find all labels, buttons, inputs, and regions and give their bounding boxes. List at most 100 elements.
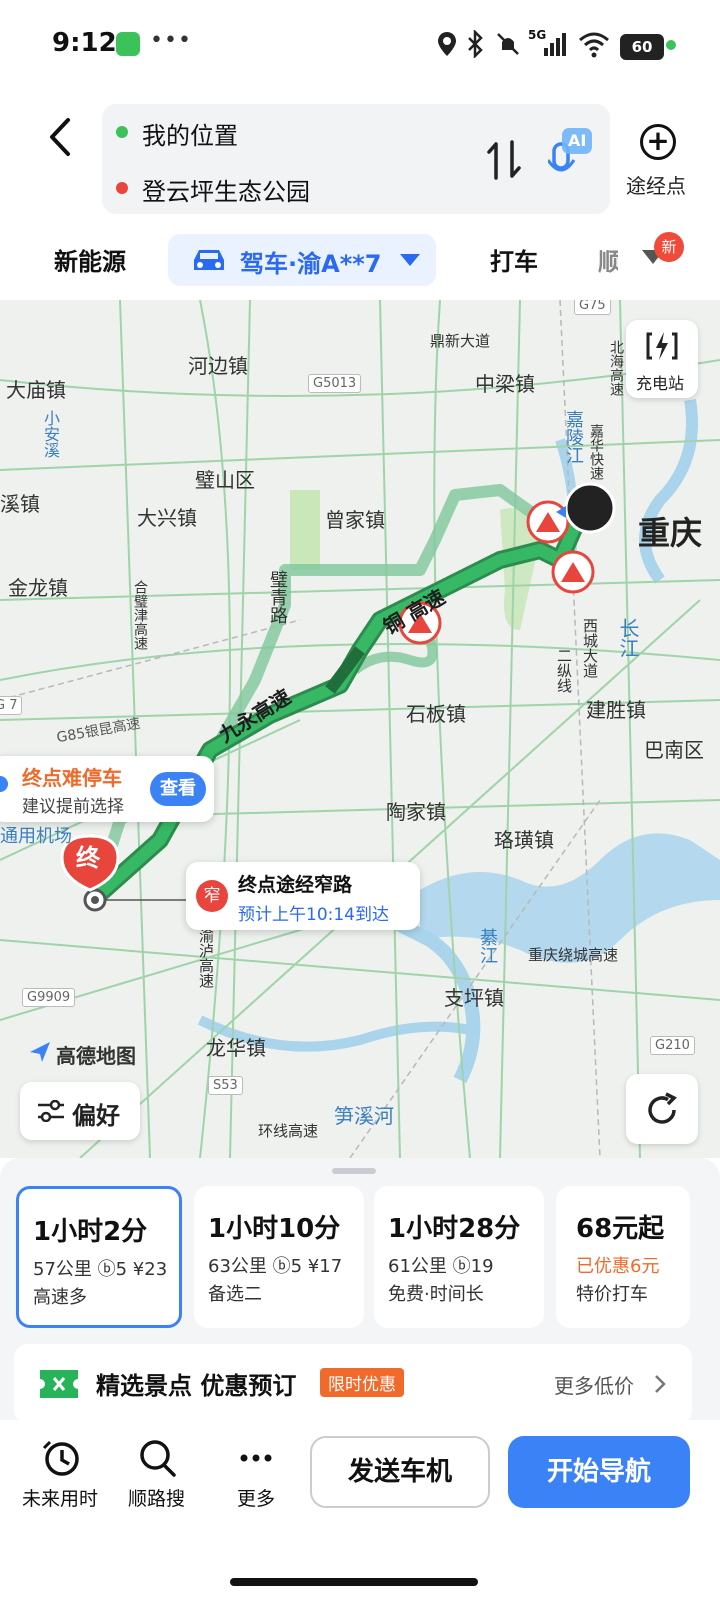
settings-sliders-icon	[38, 1100, 64, 1122]
sheet-handle[interactable]	[332, 1168, 376, 1174]
tab-drive-label: 驾车·渝A**7	[240, 250, 382, 278]
send-to-car-button[interactable]: 发送车机	[310, 1436, 490, 1508]
river-label: 笋溪河	[334, 1104, 394, 1128]
end-marker-label: 终	[76, 844, 100, 872]
eta-text: 预计上午10:14到达	[238, 905, 389, 925]
route-card-3[interactable]: 1小时28分 61公里 ⓑ19 免费·时间长	[374, 1186, 544, 1328]
road-label: 北海高速	[608, 340, 624, 396]
taxi-tag: 特价打车	[576, 1284, 648, 1305]
route-detail: 61公里 ⓑ19	[388, 1256, 494, 1277]
parking-popup[interactable]: 终点难停车 建议提前选择 查看	[0, 756, 214, 822]
signal-icon	[544, 33, 566, 56]
start-navigation-button[interactable]: 开始导航	[508, 1436, 690, 1508]
destination-field[interactable]: 登云坪生态公园	[142, 172, 310, 207]
wifi-icon	[579, 32, 609, 58]
route-card-2[interactable]: 1小时10分 63公里 ⓑ5 ¥17 备选二	[194, 1186, 364, 1328]
route-time: 1小时10分	[208, 1214, 341, 1244]
ai-voice-button[interactable]: AI	[546, 128, 592, 184]
more-label[interactable]: 更多	[237, 1484, 275, 1511]
route-detail: 57公里 ⓑ5 ¥23	[33, 1259, 168, 1280]
home-indicator[interactable]	[230, 1578, 478, 1586]
road-number: G9909	[22, 988, 76, 1007]
charge-station-label: 充电站	[636, 374, 685, 393]
origin-field[interactable]: 我的位置	[142, 116, 238, 151]
location-icon	[438, 32, 456, 56]
clock-icon[interactable]	[40, 1438, 84, 1478]
road-number: G75	[574, 300, 611, 315]
car-icon	[194, 250, 224, 270]
preference-label: 偏好	[72, 1102, 120, 1130]
privacy-dot	[666, 40, 676, 50]
charging-icon	[646, 332, 678, 360]
promo-banner[interactable]: 精选景点 优惠预订 限时优惠 更多低价	[14, 1344, 692, 1424]
road-number: G210	[650, 1036, 695, 1055]
place-label: 曾家镇	[325, 508, 385, 532]
road-label: 环线高速	[258, 1122, 319, 1140]
tab-taxi[interactable]: 打车	[490, 242, 538, 277]
taxi-price: 68元起	[576, 1214, 665, 1244]
place-label: 金龙镇	[8, 576, 68, 600]
road-label: 二纵线	[555, 648, 573, 693]
tab-shunfeng[interactable]: 顺	[598, 242, 618, 277]
ticket-icon	[40, 1370, 78, 1398]
place-label: 建胜镇	[586, 698, 646, 722]
add-waypoint-icon[interactable]: +	[640, 124, 676, 160]
future-time-label[interactable]: 未来用时	[22, 1484, 98, 1511]
narrow-road-popup[interactable]: 窄 终点途经窄路 预计上午10:14到达	[186, 862, 420, 930]
road-label: 嘉华快速	[588, 424, 604, 480]
search-along-label[interactable]: 顺路搜	[128, 1484, 185, 1511]
route-tag: 备选二	[208, 1284, 262, 1305]
more-icon[interactable]	[234, 1438, 278, 1478]
taxi-discount: 已优惠6元	[576, 1256, 660, 1277]
taxi-card[interactable]: 68元起 已优惠6元 特价打车	[556, 1186, 690, 1328]
view-parking-button[interactable]: 查看	[150, 772, 206, 806]
more-notifications-icon: •••	[150, 28, 192, 53]
mute-icon	[497, 33, 519, 55]
route-time: 1小时28分	[388, 1214, 521, 1244]
search-icon[interactable]	[136, 1438, 180, 1478]
chevron-down-icon	[400, 254, 420, 266]
route-time: 1小时2分	[33, 1217, 148, 1247]
place-label: 龙华镇	[206, 1036, 266, 1060]
road-label: 合璧津高速	[132, 580, 148, 650]
city-label: 重庆	[638, 514, 703, 552]
back-button[interactable]	[40, 112, 80, 162]
map-view[interactable]: 大庙镇 河边镇 中梁镇 璧山区 大兴镇 曾家镇 金龙镇 石板镇 建胜镇 巴南区 …	[0, 300, 720, 1158]
route-card-1[interactable]: 1小时2分 57公里 ⓑ5 ¥23 高速多	[16, 1186, 182, 1328]
charge-station-button[interactable]: 充电站	[626, 320, 698, 398]
refresh-button[interactable]	[626, 1074, 698, 1144]
river-label: 长江	[616, 618, 640, 658]
road-number: S53	[208, 1076, 243, 1095]
preference-button[interactable]: 偏好	[20, 1082, 140, 1140]
river-label: 小安溪	[41, 410, 60, 458]
river-label: 嘉陵江	[563, 410, 584, 464]
new-badge: 新	[654, 232, 684, 262]
promo-badge: 限时优惠	[320, 1368, 404, 1397]
route-input-box: 我的位置 登云坪生态公园	[102, 104, 610, 214]
road-label: 渝泸高速	[197, 928, 215, 988]
construction-marker	[526, 500, 570, 544]
place-label: 中梁镇	[475, 372, 535, 396]
ai-badge: AI	[568, 131, 587, 150]
road-label: 重庆绕城高速	[528, 946, 619, 964]
refresh-icon	[648, 1092, 677, 1124]
place-label: 通用机场	[0, 826, 72, 847]
narrow-badge: 窄	[196, 880, 228, 912]
road-number: G 7	[0, 696, 23, 715]
waypoint-label[interactable]: 途经点	[626, 170, 686, 199]
swap-icon[interactable]	[486, 138, 522, 182]
route-detail: 63公里 ⓑ5 ¥17	[208, 1256, 343, 1277]
promo-more-link[interactable]: 更多低价	[554, 1370, 634, 1399]
road-label: 鼎新大道	[430, 332, 491, 350]
road-label: 璧青路	[267, 570, 288, 624]
route-tag: 免费·时间长	[388, 1284, 484, 1305]
parking-title: 终点难停车	[22, 766, 122, 790]
bluetooth-icon	[468, 30, 483, 58]
tab-new-energy[interactable]: 新能源	[54, 242, 126, 277]
battery-indicator: 60	[620, 34, 664, 60]
destination-dot	[116, 182, 128, 194]
construction-marker	[551, 550, 595, 594]
narrow-title: 终点途经窄路	[238, 874, 353, 896]
tab-drive[interactable]: 驾车·渝A**7	[168, 234, 436, 286]
road-label: 西城大道	[581, 618, 599, 678]
